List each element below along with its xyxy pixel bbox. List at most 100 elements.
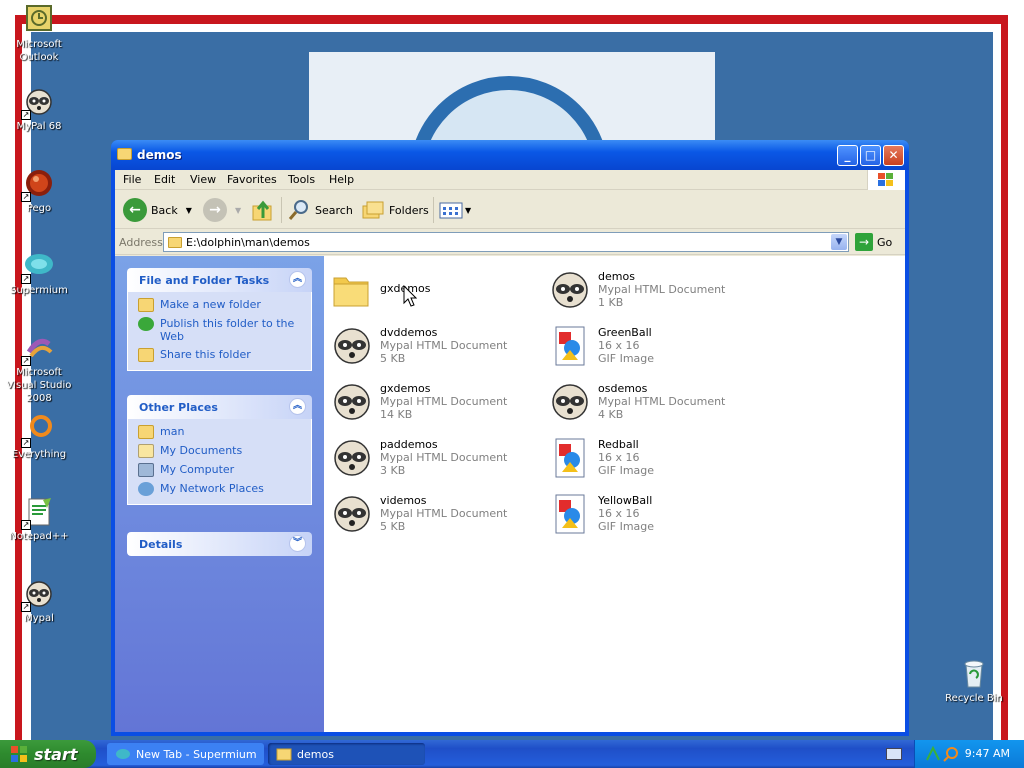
collapse-chevron-icon[interactable]: ︽ <box>289 398 306 415</box>
gif-image-icon <box>555 494 585 534</box>
file-name: osdemos <box>598 382 648 395</box>
address-bar: Address E:\dolphin\man\demos ▼ → Go <box>115 230 905 255</box>
file-item-gif[interactable]: GreenBall 16 x 16 GIF Image <box>542 322 752 370</box>
file-type: 16 x 16 <box>598 339 640 352</box>
desktop-icon-supermium[interactable]: ↗ Supermium <box>1 250 77 297</box>
address-input[interactable]: E:\dolphin\man\demos ▼ <box>163 232 849 252</box>
close-button[interactable]: ✕ <box>883 145 904 166</box>
place-man[interactable]: man <box>138 425 303 439</box>
file-name: videmos <box>380 494 427 507</box>
task-make-new-folder[interactable]: Make a new folder <box>138 298 303 312</box>
file-list: gxdemos demos Mypal HTML Document 1 KB d… <box>324 256 905 732</box>
details-panel: Details ︾ <box>127 532 312 556</box>
chevron-down-icon: ▼ <box>185 205 192 215</box>
keyboard-icon[interactable] <box>886 748 902 760</box>
menu-edit[interactable]: Edit <box>154 173 175 186</box>
file-item-gif[interactable]: YellowBall 16 x 16 GIF Image <box>542 490 752 538</box>
network-icon[interactable] <box>925 746 941 762</box>
address-dropdown-button[interactable]: ▼ <box>831 234 847 250</box>
start-button[interactable]: start <box>0 740 96 768</box>
task-share-folder[interactable]: Share this folder <box>138 348 303 362</box>
expand-chevron-icon[interactable]: ︾ <box>289 535 306 552</box>
taskbar-button-supermium[interactable]: New Tab - Supermium <box>107 743 264 765</box>
file-size: GIF Image <box>598 464 655 477</box>
desktop-icon-label: Pego <box>26 203 52 214</box>
windows-flag-icon <box>878 173 894 187</box>
file-item-html[interactable]: paddemos Mypal HTML Document 3 KB <box>324 434 534 482</box>
file-item-html[interactable]: videmos Mypal HTML Document 5 KB <box>324 490 534 538</box>
taskbar-button-label: New Tab - Supermium <box>136 747 257 761</box>
go-button[interactable]: → Go <box>855 232 892 252</box>
place-my-computer[interactable]: My Computer <box>138 463 303 477</box>
file-type: Mypal HTML Document <box>380 339 508 352</box>
taskbar-button-demos[interactable]: demos <box>268 743 425 765</box>
other-places-panel: Other Places ︽ man My Documents My Compu… <box>127 395 312 505</box>
clock[interactable]: 9:47 AM <box>965 747 1010 760</box>
file-item-folder[interactable]: gxdemos <box>324 266 534 314</box>
menu-view[interactable]: View <box>190 173 216 186</box>
file-size: 5 KB <box>380 352 406 365</box>
place-my-network-places[interactable]: My Network Places <box>138 482 303 496</box>
forward-button[interactable]: → ▼ <box>203 196 241 224</box>
file-name: YellowBall <box>598 494 653 507</box>
menu-tools[interactable]: Tools <box>288 173 315 186</box>
panel-title: File and Folder Tasks <box>139 274 270 287</box>
details-header[interactable]: Details ︾ <box>127 532 312 556</box>
menu-help[interactable]: Help <box>329 173 354 186</box>
search-icon[interactable] <box>943 746 959 762</box>
menu-file[interactable]: File <box>123 173 141 186</box>
search-icon <box>288 200 308 220</box>
place-my-documents[interactable]: My Documents <box>138 444 303 458</box>
task-publish-folder[interactable]: Publish this folder to the Web <box>138 317 303 343</box>
file-item-gif[interactable]: Redball 16 x 16 GIF Image <box>542 434 752 482</box>
minimize-button[interactable]: _ <box>837 145 858 166</box>
file-size: 4 KB <box>598 408 624 421</box>
panel-title: Other Places <box>139 401 218 414</box>
gif-image-icon <box>555 438 585 478</box>
file-type: Mypal HTML Document <box>598 395 726 408</box>
file-item-html[interactable]: dvddemos Mypal HTML Document 5 KB <box>324 322 534 370</box>
menu-favorites[interactable]: Favorites <box>227 173 277 186</box>
my-computer-icon <box>138 463 154 477</box>
desktop-icon-recycle-bin[interactable]: Recycle Bin <box>936 658 1012 705</box>
folders-label: Folders <box>389 203 429 217</box>
raccoon-icon <box>334 496 370 532</box>
file-name: GreenBall <box>598 326 652 339</box>
desktop-icon-outlook[interactable]: Microsoft Outlook <box>1 4 77 64</box>
file-item-html[interactable]: gxdemos Mypal HTML Document 14 KB <box>324 378 534 426</box>
search-button[interactable]: Search <box>287 196 353 224</box>
window-client: File Edit View Favorites Tools Help ← Ba… <box>115 170 905 732</box>
collapse-chevron-icon[interactable]: ︽ <box>289 271 306 288</box>
file-item-html[interactable]: demos Mypal HTML Document 1 KB <box>542 266 752 314</box>
desktop-icon-notepad[interactable]: ↗ Notepad++ <box>1 496 77 543</box>
file-item-html[interactable]: osdemos Mypal HTML Document 4 KB <box>542 378 752 426</box>
raccoon-icon <box>552 272 588 308</box>
desktop-icon-everything[interactable]: ↗ Everything <box>1 414 77 461</box>
folders-button[interactable]: Folders <box>361 196 429 224</box>
views-button[interactable]: ▼ <box>439 196 471 224</box>
up-button[interactable] <box>251 196 275 224</box>
desktop-icon-mypal[interactable]: ↗ Mypal <box>1 578 77 625</box>
maximize-button[interactable]: □ <box>860 145 881 166</box>
file-size: 3 KB <box>380 464 406 477</box>
file-type: Mypal HTML Document <box>380 395 508 408</box>
windows-logo <box>867 170 905 190</box>
back-button[interactable]: ← Back ▼ <box>123 196 192 224</box>
other-places-header[interactable]: Other Places ︽ <box>127 395 312 419</box>
supermium-icon: ↗ <box>21 250 55 284</box>
desktop-icon-mypal-68[interactable]: ↗ MyPal 68 <box>1 86 77 133</box>
place-label: My Documents <box>160 444 243 457</box>
folder-icon <box>168 237 182 248</box>
place-label: My Computer <box>160 463 235 476</box>
desktop-icon-visual-studio[interactable]: ↗ Microsoft Visual Studio 2008 <box>1 332 77 405</box>
explorer-window[interactable]: demos _ □ ✕ File Edit View Favorites Too… <box>111 140 909 736</box>
title-bar[interactable]: demos _ □ ✕ <box>111 140 909 170</box>
toolbar: ← Back ▼ → ▼ Search Folders ▼ <box>115 191 905 229</box>
file-size: GIF Image <box>598 352 655 365</box>
wallpaper-artwork <box>309 52 715 142</box>
publish-web-icon <box>138 317 154 331</box>
desktop-icon-pego[interactable]: ↗ Pego <box>1 168 77 215</box>
address-value: E:\dolphin\man\demos <box>186 236 310 249</box>
file-folder-tasks-header[interactable]: File and Folder Tasks ︽ <box>127 268 312 292</box>
toolbar-separator <box>433 197 434 223</box>
